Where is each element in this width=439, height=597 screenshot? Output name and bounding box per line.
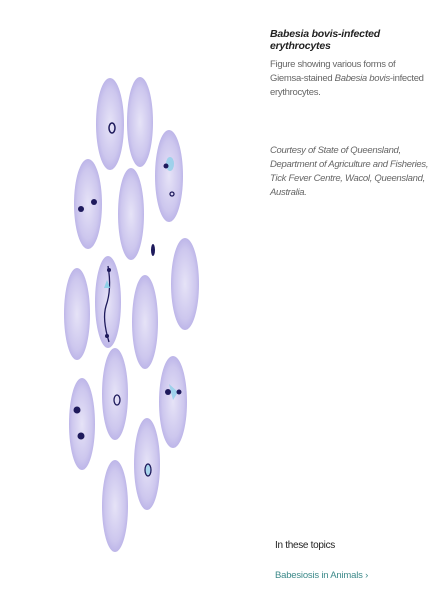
figure-caption: Babesia bovis-infected erythrocytes Figu… (270, 28, 430, 200)
figure-image (52, 44, 212, 564)
parasite (165, 389, 171, 395)
erythrocyte-micrograph (64, 77, 199, 552)
parasite (105, 334, 109, 338)
parasite (78, 206, 84, 212)
parasite (176, 389, 182, 395)
erythrocyte (171, 238, 199, 330)
parasite (151, 244, 155, 256)
figure-title: Babesia bovis-infected erythrocytes (270, 28, 430, 52)
erythrocyte (102, 348, 128, 440)
erythrocyte (159, 356, 187, 448)
parasite (107, 268, 111, 272)
image-credit: Courtesy of State of Queensland, Departm… (270, 145, 429, 198)
topics-heading: In these topics (275, 540, 335, 551)
topic-link-babesiosis[interactable]: Babesiosis in Animals › (275, 570, 368, 581)
figure-description: Figure showing various forms of Giemsa-s… (270, 58, 430, 100)
title-organism: Babesia bovis (270, 28, 339, 40)
erythrocyte (127, 77, 153, 167)
description-organism: Babesia bovis (334, 73, 391, 84)
erythrocyte (155, 130, 183, 222)
parasite (73, 406, 81, 414)
erythrocyte (69, 378, 95, 470)
parasite (163, 163, 169, 169)
related-topics: In these topics Babesiosis in Animals › (275, 540, 425, 583)
parasite (77, 432, 85, 440)
erythrocyte (64, 268, 90, 360)
parasite (91, 199, 97, 205)
erythrocyte (102, 460, 128, 552)
erythrocyte (118, 168, 144, 260)
erythrocyte (132, 275, 158, 369)
erythrocyte (74, 159, 102, 249)
